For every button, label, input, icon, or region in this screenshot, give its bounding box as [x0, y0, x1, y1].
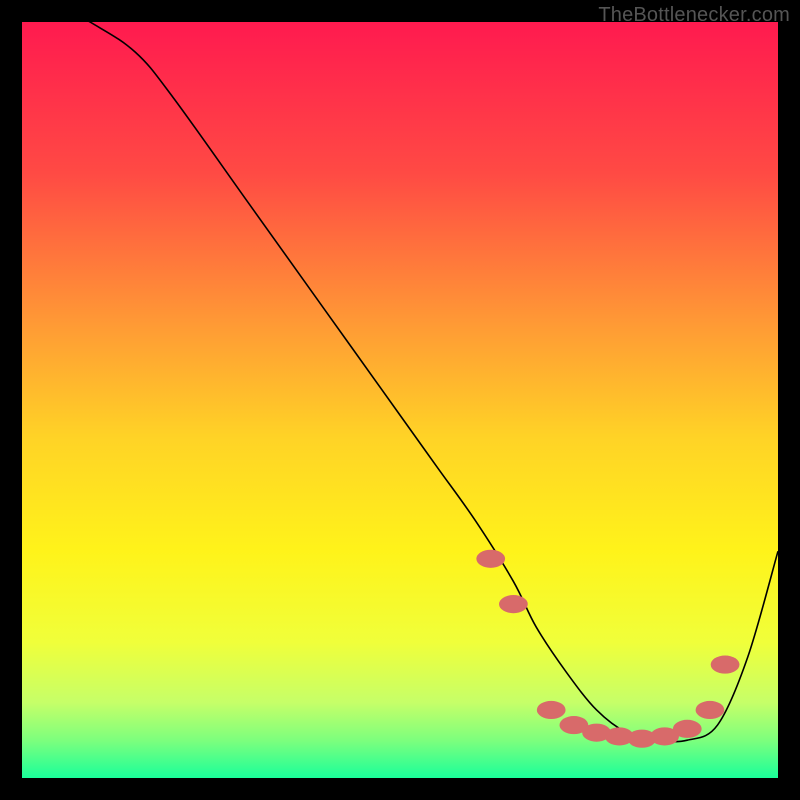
plot-area: [22, 22, 778, 778]
marker-point: [499, 595, 528, 613]
marker-point: [673, 720, 702, 738]
marker-point: [476, 550, 505, 568]
marker-point: [711, 656, 740, 674]
gradient-background: [22, 22, 778, 778]
chart-svg: [22, 22, 778, 778]
chart-frame: TheBottlenecker.com: [0, 0, 800, 800]
watermark-text: TheBottlenecker.com: [598, 4, 790, 27]
marker-point: [696, 701, 725, 719]
marker-point: [537, 701, 566, 719]
